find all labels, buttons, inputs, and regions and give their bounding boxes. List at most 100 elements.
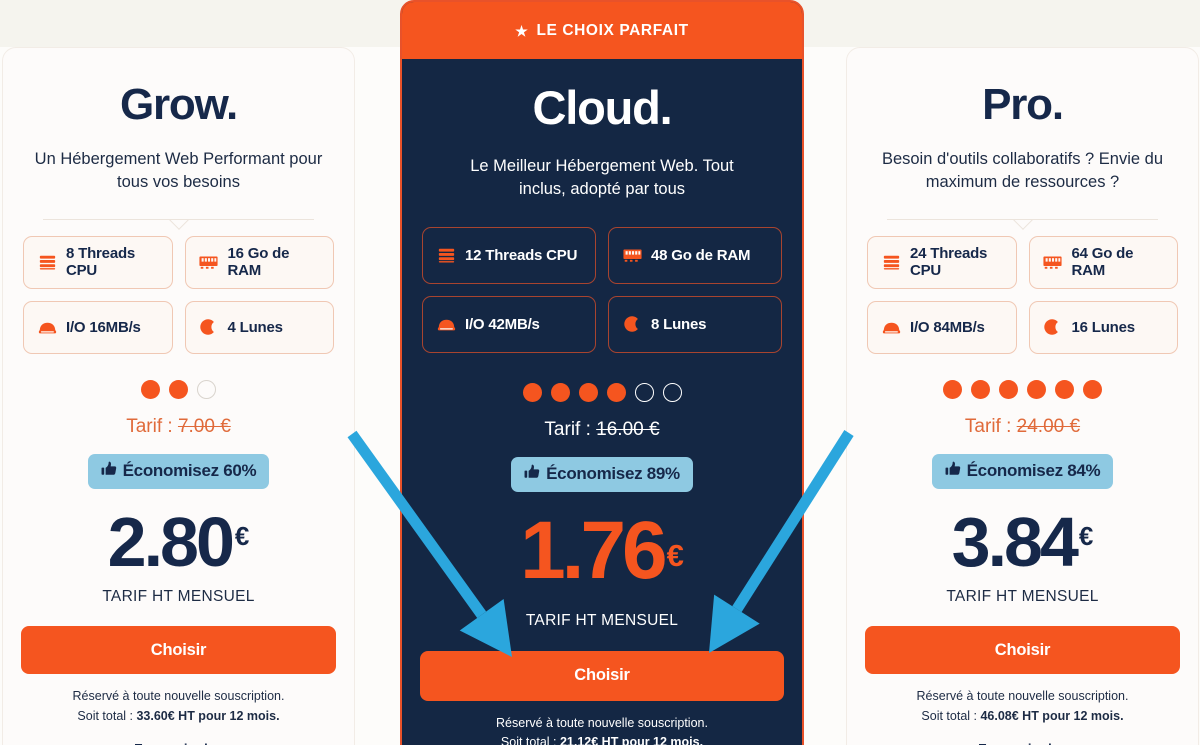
spec-grid: 12 Threads CPU 48 Go de RAM I/O 42MB/s 8… <box>422 226 782 353</box>
pricing-card-list: Grow. Un Hébergement Web Performant pour… <box>0 0 1200 745</box>
plan-rating-dots <box>21 379 336 399</box>
spec-label: 8 Threads CPU <box>66 245 136 280</box>
rating-dot-filled <box>1027 379 1046 399</box>
plan-fineprint: Réservé à toute nouvelle souscription. S… <box>865 687 1180 726</box>
thumbs-up-icon <box>101 461 117 482</box>
spec-item-cpu: 24 Threads CPU <box>867 235 1017 289</box>
spec-label: 16 Go de RAM <box>227 245 290 280</box>
savings-badge-row: Économisez 89% <box>420 456 784 492</box>
spec-label: 4 Lunes <box>227 318 283 336</box>
spec-item-disk: I/O 16MB/s <box>23 300 173 354</box>
more-info-link[interactable]: En savoir plus <box>865 741 1180 745</box>
price-period-label: TARIF HT MENSUEL <box>102 588 255 606</box>
savings-label: Économisez 84% <box>966 461 1101 481</box>
plan-subtitle: Le Meilleur Hébergement Web. Tout inclus… <box>470 157 734 199</box>
fineprint-line-1: Réservé à toute nouvelle souscription. <box>916 689 1129 704</box>
choose-plan-button[interactable]: Choisir <box>21 626 336 675</box>
plan-title: Cloud. <box>532 81 673 134</box>
spec-item-ram: 48 Go de RAM <box>608 226 782 284</box>
rating-dot-filled <box>550 382 570 402</box>
total-price-value: 21.12€ HT pour 12 mois. <box>559 735 704 745</box>
rating-dot-empty <box>197 379 216 399</box>
choose-plan-button[interactable]: Choisir <box>865 626 1180 675</box>
spec-label: 16 Lunes <box>1071 318 1136 336</box>
spec-grid: 8 Threads CPU 16 Go de RAM I/O 16MB/s 4 … <box>23 235 334 354</box>
plan-fineprint: Réservé à toute nouvelle souscription. S… <box>21 687 336 726</box>
ram-icon <box>1043 252 1063 272</box>
rating-dot-filled <box>999 379 1018 399</box>
rating-dot-filled <box>606 382 626 402</box>
price-period-label: TARIF HT MENSUEL <box>525 611 679 629</box>
rating-dot-empty <box>662 382 682 402</box>
old-price: Tarif : 16.00 € <box>544 418 660 440</box>
price-row: 3.84 € <box>865 502 1180 581</box>
price-period-label: TARIF HT MENSUEL <box>946 588 1099 606</box>
plan-rating-dots <box>865 379 1180 399</box>
old-price-value: 24.00 € <box>1016 415 1081 437</box>
plan-subtitle: Un Hébergement Web Performant pour tous … <box>34 150 323 192</box>
old-price: Tarif : 7.00 € <box>126 415 231 437</box>
cpu-icon <box>436 245 456 265</box>
savings-badge: Économisez 84% <box>931 453 1114 489</box>
spec-label: 48 Go de RAM <box>651 246 751 264</box>
spec-item-ram: 64 Go de RAM <box>1028 235 1178 289</box>
old-price: Tarif : 24.00 € <box>964 415 1081 437</box>
choose-plan-button[interactable]: Choisir <box>420 650 784 701</box>
rating-dot-filled <box>169 379 188 399</box>
thumbs-up-icon <box>524 464 540 485</box>
total-price-value: 46.08€ HT pour 12 mois. <box>980 708 1124 723</box>
rating-dot-filled <box>141 379 160 399</box>
plan-title: Grow. <box>119 80 238 129</box>
spec-label: I/O 42MB/s <box>465 315 540 333</box>
price-currency: € <box>666 537 684 573</box>
spec-label: I/O 84MB/s <box>910 318 985 336</box>
price-amount: 3.84 <box>951 502 1079 581</box>
pricing-card-cloud: ★ LE CHOIX PARFAIT Cloud. Le Meilleur Hé… <box>400 0 804 745</box>
pricing-card-pro: Pro. Besoin d'outils collaboratifs ? Env… <box>846 47 1199 745</box>
price-amount: 1.76 <box>520 504 668 596</box>
pricing-card-grow: Grow. Un Hébergement Web Performant pour… <box>2 47 355 745</box>
ram-icon <box>622 245 642 265</box>
spec-item-moon: 4 Lunes <box>184 300 334 354</box>
disk-icon <box>436 314 456 334</box>
plan-subtitle: Besoin d'outils collaboratifs ? Envie du… <box>881 150 1164 192</box>
savings-label: Économisez 89% <box>546 464 680 484</box>
rating-dot-filled <box>1055 379 1074 399</box>
star-icon: ★ <box>515 22 529 39</box>
more-info-link[interactable]: En savoir plus <box>21 741 336 745</box>
best-choice-ribbon: ★ LE CHOIX PARFAIT <box>402 2 802 59</box>
spec-item-disk: I/O 42MB/s <box>422 295 596 353</box>
savings-badge: Économisez 60% <box>87 453 270 489</box>
price-row: 1.76 € <box>420 504 784 596</box>
plan-rating-dots <box>420 382 784 402</box>
section-divider <box>887 218 1158 220</box>
ribbon-label: LE CHOIX PARFAIT <box>536 21 689 39</box>
spec-grid: 24 Threads CPU 64 Go de RAM I/O 84MB/s 1… <box>867 235 1178 354</box>
rating-dot-filled <box>943 379 962 399</box>
spec-label: I/O 16MB/s <box>66 318 141 336</box>
cpu-icon <box>881 252 901 272</box>
price-amount: 2.80 <box>107 502 235 581</box>
thumbs-up-icon <box>945 461 961 482</box>
savings-badge-row: Économisez 60% <box>21 453 336 489</box>
section-divider <box>43 218 314 220</box>
disk-icon <box>37 317 57 337</box>
spec-item-cpu: 12 Threads CPU <box>422 226 596 284</box>
rating-dot-filled <box>971 379 990 399</box>
disk-icon <box>881 317 901 337</box>
plan-fineprint: Réservé à toute nouvelle souscription. S… <box>420 714 784 745</box>
spec-item-disk: I/O 84MB/s <box>867 300 1017 354</box>
spec-item-ram: 16 Go de RAM <box>184 235 334 289</box>
spec-label: 8 Lunes <box>651 315 707 333</box>
rating-dot-empty <box>634 382 654 402</box>
spec-item-moon: 16 Lunes <box>1028 300 1178 354</box>
moon-icon <box>622 314 642 334</box>
rating-dot-filled <box>522 382 542 402</box>
spec-item-moon: 8 Lunes <box>608 295 782 353</box>
ram-icon <box>199 252 219 272</box>
fineprint-line-2: Soit total : 33.60€ HT pour 12 mois. <box>77 708 280 723</box>
fineprint-line-1: Réservé à toute nouvelle souscription. <box>496 715 708 730</box>
price-row: 2.80 € <box>21 502 336 581</box>
price-currency: € <box>1078 520 1094 551</box>
fineprint-line-1: Réservé à toute nouvelle souscription. <box>72 689 285 704</box>
